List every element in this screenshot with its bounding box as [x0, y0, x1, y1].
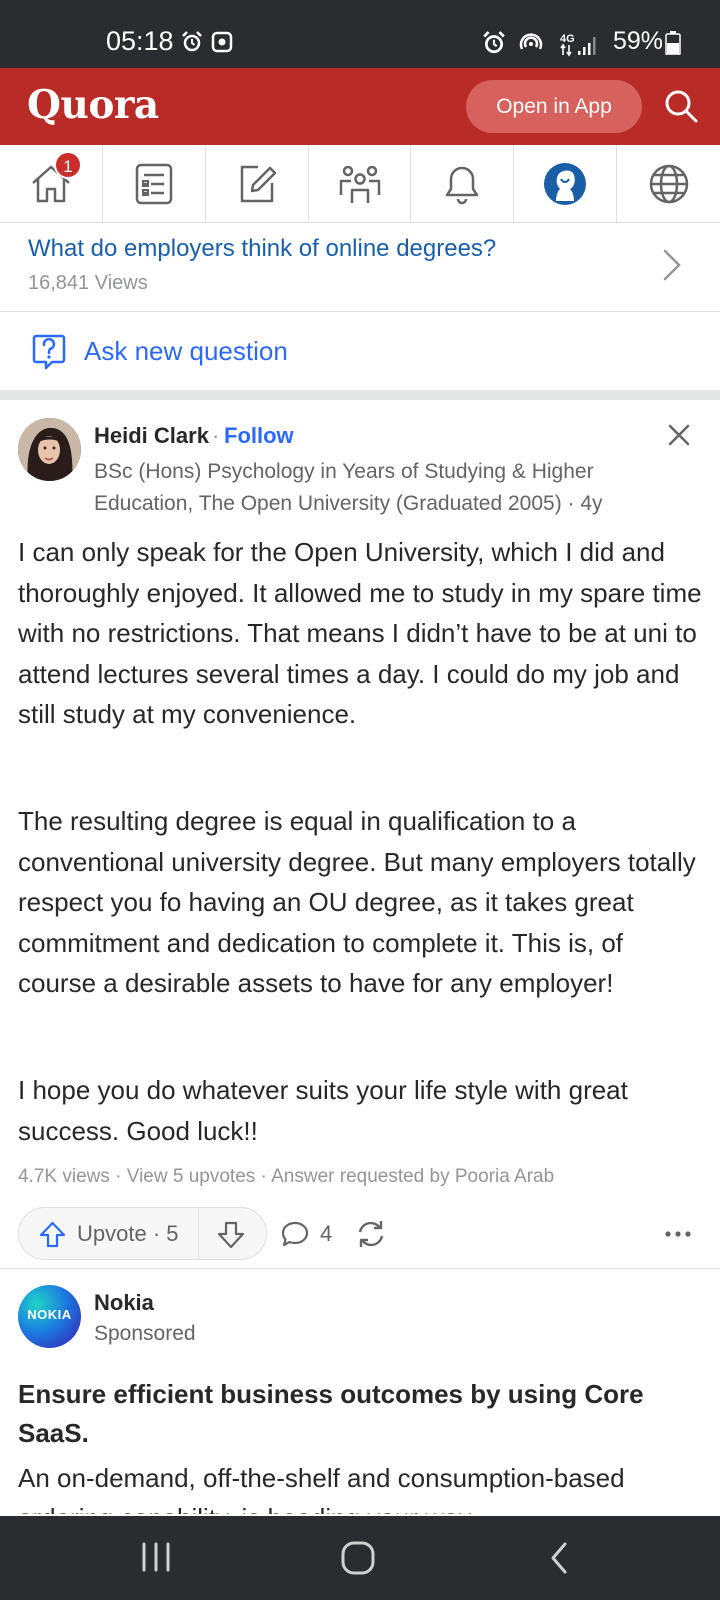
nav-spaces[interactable]	[309, 145, 412, 222]
close-icon[interactable]	[667, 423, 691, 447]
author-credential: BSc (Hons) Psychology in Years of Studyi…	[94, 460, 603, 515]
status-bar: 05:18 4G 59%	[0, 0, 720, 68]
people-icon	[339, 165, 380, 203]
sponsor-logo-text: NOKIA	[27, 1307, 72, 1322]
edit-icon	[240, 165, 276, 202]
search-icon[interactable]	[663, 88, 699, 124]
sponsor-logo[interactable]: NOKIA	[18, 1285, 81, 1348]
notification-badge: 1	[54, 151, 82, 179]
divider	[0, 1268, 720, 1269]
author-photo	[18, 418, 81, 481]
feed-list-icon	[135, 163, 173, 204]
answer-paragraph: The resulting degree is equal in qualifi…	[18, 806, 696, 998]
nav-answer[interactable]	[206, 145, 309, 222]
upvote-button[interactable]: Upvote · 5	[19, 1208, 199, 1259]
main-nav: 1	[0, 145, 720, 223]
bell-icon	[446, 166, 479, 204]
comment-count[interactable]: 4	[320, 1221, 332, 1247]
downvote-arrow-icon	[217, 1221, 245, 1249]
question-title[interactable]: What do employers think of online degree…	[28, 235, 496, 263]
nav-home[interactable]: 1	[0, 145, 103, 222]
ad-body[interactable]: An on-demand, off-the-shelf and consumpt…	[18, 1458, 708, 1514]
avatar-icon	[544, 162, 587, 205]
ask-question-row[interactable]: Ask new question	[0, 312, 720, 390]
ask-question-label[interactable]: Ask new question	[84, 336, 288, 367]
nav-notifications[interactable]	[411, 145, 515, 222]
follow-button[interactable]: Follow	[224, 423, 294, 449]
question-views: 16,841 Views	[28, 272, 148, 294]
signal-icon: 4G	[560, 33, 596, 57]
author-name[interactable]: Heidi Clark	[94, 423, 209, 449]
open-in-app-button[interactable]: Open in App	[466, 80, 642, 133]
section-separator	[0, 390, 720, 400]
nav-profile[interactable]	[514, 145, 618, 222]
vote-controls: Upvote · 5	[18, 1207, 267, 1260]
globe-icon	[649, 164, 688, 203]
upvote-arrow-icon	[39, 1221, 66, 1248]
answer-paragraph: I can only speak for the Open University…	[18, 537, 702, 729]
chevron-right-icon[interactable]	[660, 247, 684, 283]
sponsor-name[interactable]: Nokia	[94, 1290, 154, 1316]
share-reshare-icon[interactable]	[355, 1219, 387, 1249]
recent-apps-icon[interactable]	[140, 1540, 172, 1574]
answer-meta[interactable]: 4.7K views · View 5 upvotes · Answer req…	[18, 1166, 554, 1188]
comment-icon[interactable]	[281, 1220, 309, 1248]
alarm-icon	[182, 31, 202, 52]
ad-headline[interactable]: Ensure efficient business outcomes by us…	[18, 1375, 698, 1453]
author-avatar[interactable]	[18, 418, 81, 481]
answer-paragraph: I hope you do whatever suits your life s…	[18, 1075, 628, 1146]
quora-logo[interactable]: Quora	[27, 82, 159, 128]
more-options-icon[interactable]	[664, 1223, 692, 1245]
author-separator: ·	[212, 423, 220, 448]
sponsored-label: Sponsored	[94, 1322, 196, 1345]
hotspot-icon	[519, 33, 543, 50]
home-button-icon[interactable]	[340, 1540, 376, 1576]
question-bubble-icon	[32, 334, 66, 370]
back-icon[interactable]	[548, 1540, 570, 1576]
status-time: 05:18	[106, 26, 174, 56]
upvote-label: Upvote · 5	[77, 1221, 179, 1246]
battery-percent: 59%	[613, 27, 664, 55]
screenshot-icon	[211, 31, 233, 53]
nav-languages[interactable]	[617, 145, 720, 222]
nav-following[interactable]	[103, 145, 206, 222]
downvote-button[interactable]	[199, 1208, 266, 1259]
svg-text:4G: 4G	[560, 33, 575, 45]
battery-icon	[665, 31, 681, 55]
app-header: Quora Open in App	[0, 68, 720, 145]
question-header[interactable]: What do employers think of online degree…	[0, 223, 720, 312]
alarm-icon	[483, 31, 505, 54]
system-nav-bar	[0, 1516, 720, 1600]
